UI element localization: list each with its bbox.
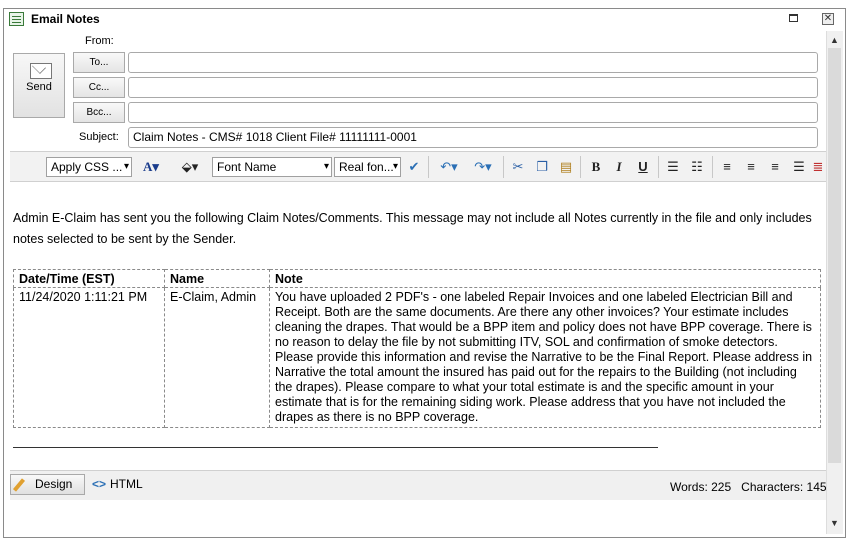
design-tab-label: Design xyxy=(35,477,73,491)
font-name-dropdown[interactable]: Font Name xyxy=(212,157,332,177)
spellcheck-icon[interactable]: ✔ xyxy=(404,158,424,176)
envelope-icon xyxy=(30,63,52,79)
notes-table: Date/Time (EST) Name Note 11/24/2020 1:1… xyxy=(13,269,821,428)
cell-note: You have uploaded 2 PDF's - one labeled … xyxy=(269,287,821,428)
align-right-icon[interactable]: ≡ xyxy=(766,158,784,176)
font-color-icon[interactable]: A▾ xyxy=(140,158,162,176)
cc-input[interactable] xyxy=(128,77,818,98)
cell-name: E-Claim, Admin xyxy=(164,287,270,428)
maximize-icon[interactable] xyxy=(789,14,798,22)
scrollbar-thumb[interactable] xyxy=(828,48,841,463)
to-input[interactable] xyxy=(128,52,818,73)
toolbar-separator xyxy=(658,156,659,178)
apply-css-dropdown[interactable]: Apply CSS ... xyxy=(46,157,132,177)
close-icon[interactable]: ✕ xyxy=(822,13,834,25)
toolbar-separator xyxy=(503,156,504,178)
table-header-row: Date/Time (EST) Name Note xyxy=(13,269,821,288)
toolbar-separator xyxy=(580,156,581,178)
horizontal-rule xyxy=(13,447,658,448)
copy-icon[interactable]: ❐ xyxy=(533,158,551,176)
cell-datetime: 11/24/2020 1:11:21 PM xyxy=(13,287,165,428)
notes-app-icon xyxy=(9,12,24,26)
design-tab[interactable]: Design xyxy=(10,474,85,495)
table-row: 11/24/2020 1:11:21 PM E-Claim, Admin You… xyxy=(13,287,821,428)
font-size-dropdown[interactable]: Real fon... xyxy=(334,157,401,177)
highlight-icon[interactable]: ⬙▾ xyxy=(176,158,204,176)
column-header-datetime: Date/Time (EST) xyxy=(13,269,165,288)
word-count: Words: 225 xyxy=(670,480,732,494)
subject-label: Subject: xyxy=(79,131,119,143)
bullet-list-icon[interactable]: ☷ xyxy=(688,158,706,176)
column-header-name: Name xyxy=(164,269,270,288)
subject-input[interactable]: Claim Notes - CMS# 1018 Client File# 111… xyxy=(128,127,818,148)
title-bar xyxy=(4,9,845,31)
toolbar-separator xyxy=(428,156,429,178)
cc-button[interactable]: Cc... xyxy=(73,77,125,98)
html-tab-label: HTML xyxy=(110,477,143,491)
bcc-input[interactable] xyxy=(128,102,818,123)
italic-icon[interactable]: I xyxy=(610,158,628,176)
send-button[interactable]: Send xyxy=(13,53,65,118)
pencil-icon xyxy=(12,478,26,492)
to-button[interactable]: To... xyxy=(73,52,125,73)
undo-icon[interactable]: ↶▾ xyxy=(434,158,464,176)
paste-icon[interactable]: ▤ xyxy=(557,158,575,176)
intro-message: Admin E-Claim has sent you the following… xyxy=(13,211,812,246)
code-icon: <> xyxy=(92,477,107,491)
scroll-down-icon[interactable]: ▼ xyxy=(827,516,842,531)
bcc-button[interactable]: Bcc... xyxy=(73,102,125,123)
numbered-list-icon[interactable]: ☰ xyxy=(664,158,682,176)
column-header-note: Note xyxy=(269,269,821,288)
align-left-icon[interactable]: ≡ xyxy=(718,158,736,176)
toolbar-separator xyxy=(712,156,713,178)
scroll-up-icon[interactable]: ▲ xyxy=(827,33,842,48)
send-label: Send xyxy=(26,81,52,93)
from-label: From: xyxy=(85,35,114,47)
more-tools-icon[interactable]: ≣ xyxy=(812,158,824,176)
bold-icon[interactable]: B xyxy=(587,158,605,176)
html-tab[interactable]: <> HTML xyxy=(92,477,143,491)
underline-icon[interactable]: U xyxy=(634,158,652,176)
align-center-icon[interactable]: ≡ xyxy=(742,158,760,176)
cut-icon[interactable]: ✂ xyxy=(509,158,527,176)
redo-icon[interactable]: ↷▾ xyxy=(468,158,498,176)
word-character-count: Words: 225 Characters: 1451 xyxy=(670,480,833,494)
window-title: Email Notes xyxy=(31,12,100,26)
justify-icon[interactable]: ☰ xyxy=(790,158,808,176)
character-count: Characters: 1451 xyxy=(741,480,834,494)
